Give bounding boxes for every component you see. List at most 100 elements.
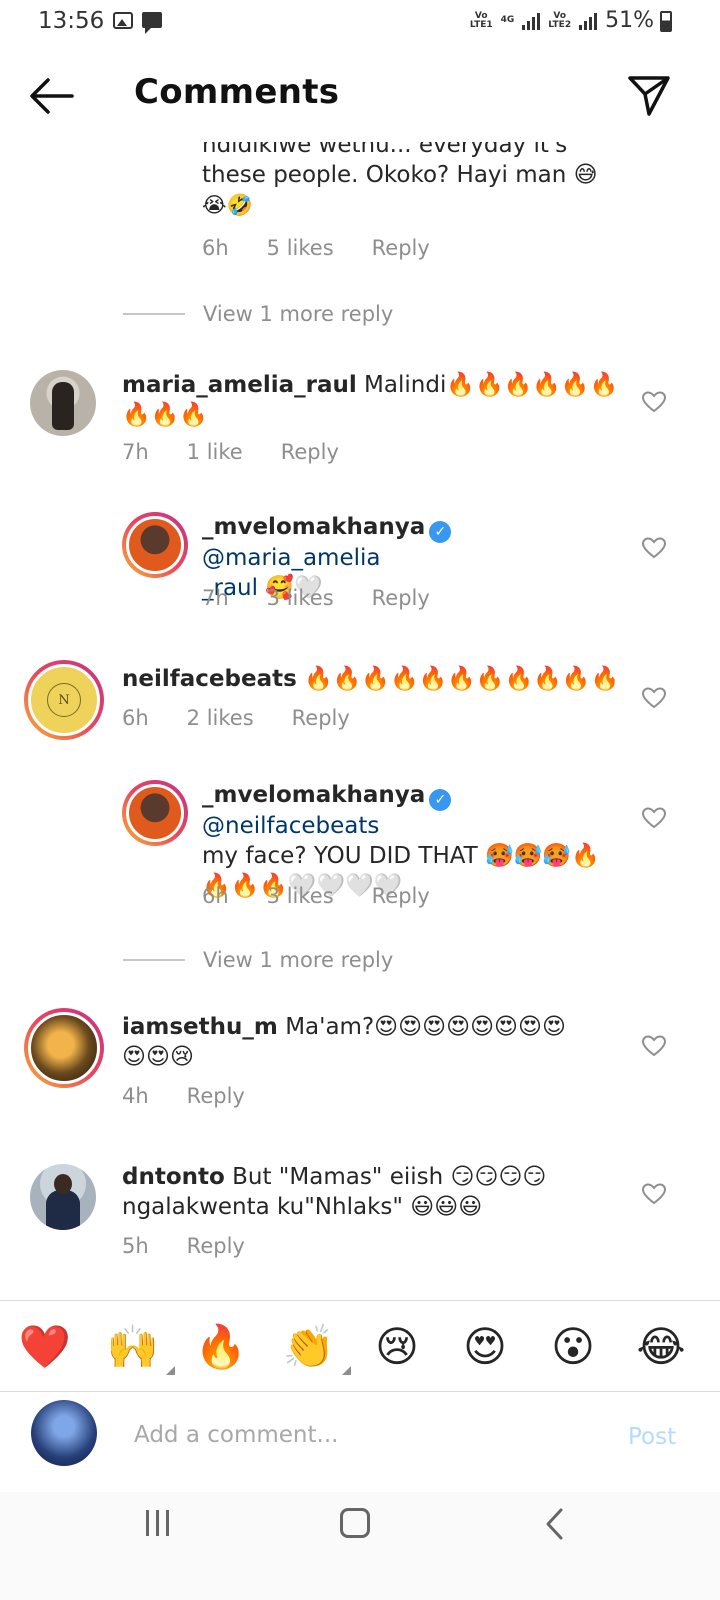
view-more-replies[interactable]: View 1 more reply	[123, 302, 393, 326]
username[interactable]: maria_amelia_raul	[122, 372, 357, 398]
battery-percent: 51%	[605, 8, 654, 33]
battery-icon	[660, 11, 672, 32]
comment-meta: 4h Reply	[122, 1084, 245, 1108]
send-icon	[628, 76, 670, 116]
reply-button[interactable]: Reply	[281, 440, 339, 464]
heart-icon[interactable]	[641, 1182, 667, 1206]
avatar[interactable]	[122, 512, 188, 578]
heart-icon[interactable]	[641, 536, 667, 560]
share-button[interactable]	[626, 72, 672, 118]
username[interactable]: _mvelomakhanya	[202, 514, 425, 540]
avatar[interactable]	[30, 1164, 96, 1230]
clap-icon: 👏	[282, 1322, 336, 1371]
comment-meta: 7h 1 like Reply	[122, 440, 339, 464]
partial-reply-text: ndidikiwe wethu... everyday it's these p…	[202, 142, 622, 220]
avatar[interactable]: N	[24, 660, 104, 740]
reaction-clap[interactable]: 👏	[281, 1319, 351, 1375]
skin-tone-indicator	[342, 1366, 351, 1375]
comment-time: 6h	[202, 236, 229, 260]
status-bar: 13:56 Vo LTE1 4G Vo LTE2 51%	[0, 0, 720, 46]
likes-count[interactable]: 3 likes	[267, 884, 334, 908]
back-button[interactable]	[26, 74, 76, 118]
message-icon	[142, 12, 162, 34]
reaction-crying[interactable]: 😢	[369, 1319, 425, 1375]
comment-meta: 7h 3 likes Reply	[202, 586, 430, 610]
comment-composer: Post	[0, 1392, 720, 1492]
recent-apps-button[interactable]	[146, 1510, 176, 1540]
reply-button[interactable]: Reply	[372, 236, 430, 260]
comment-text: maria_amelia_raul Malindi🔥🔥🔥🔥🔥🔥 🔥🔥🔥	[122, 370, 622, 430]
reaction-laughing[interactable]: 😂	[633, 1319, 689, 1375]
comment-time: 7h	[202, 586, 229, 610]
heart-icon[interactable]	[641, 1034, 667, 1058]
reaction-raised-hands[interactable]: 🙌	[105, 1319, 175, 1375]
reaction-heart[interactable]: ❤️	[17, 1319, 73, 1375]
likes-count[interactable]: 2 likes	[187, 706, 254, 730]
heart-icon[interactable]	[641, 390, 667, 414]
username[interactable]: dntonto	[122, 1164, 225, 1190]
system-back-button[interactable]	[540, 1506, 570, 1542]
view-more-label: View 1 more reply	[203, 302, 394, 326]
comment-meta: 5h Reply	[122, 1234, 245, 1258]
comment-time: 7h	[122, 440, 149, 464]
comment-body: Ma'am?😍😍😍😍😍😍😍😍	[285, 1014, 566, 1040]
likes-count[interactable]: 5 likes	[267, 236, 334, 260]
heart-icon[interactable]	[641, 806, 667, 830]
quick-reactions-bar: ❤️ 🙌 🔥 👏 😢 😍 😮 😂	[0, 1300, 720, 1392]
username[interactable]: iamsethu_m	[122, 1014, 278, 1040]
raised-hands-icon: 🙌	[106, 1322, 160, 1371]
view-more-replies[interactable]: View 1 more reply	[123, 948, 393, 972]
likes-count[interactable]: 1 like	[187, 440, 243, 464]
reaction-surprised[interactable]: 😮	[545, 1319, 601, 1375]
gallery-icon	[113, 12, 133, 29]
avatar-logo: N	[47, 683, 81, 717]
system-nav-bar	[0, 1492, 720, 1600]
comment-text: _mvelomakhanya ✓ @neilfacebeats my face? Y…	[202, 780, 622, 901]
comment-input[interactable]	[120, 1406, 600, 1464]
comment-time: 6h	[202, 884, 229, 908]
comment-meta: 6h 2 likes Reply	[122, 706, 350, 730]
comment-body-2: 🔥🔥🔥	[122, 402, 208, 428]
reply-button[interactable]: Reply	[372, 586, 430, 610]
header: Comments	[0, 50, 720, 142]
divider-line	[123, 313, 185, 315]
username[interactable]: _mvelomakhanya	[202, 782, 425, 808]
comment-body: Malindi🔥🔥🔥🔥🔥🔥	[364, 372, 619, 398]
verified-badge-icon: ✓	[429, 521, 452, 543]
view-more-label: View 1 more reply	[203, 948, 394, 972]
partial-line-3: 😭🤣	[202, 193, 253, 217]
partial-line-1: ndidikiwe wethu... everyday it's	[202, 142, 568, 158]
divider-line	[123, 959, 185, 961]
home-button[interactable]	[340, 1508, 370, 1538]
reaction-fire[interactable]: 🔥	[193, 1319, 249, 1375]
comment-body-2: 😍😍😢	[122, 1044, 194, 1070]
comment-time: 4h	[122, 1084, 149, 1108]
status-time: 13:56	[38, 8, 105, 34]
status-indicators: Vo LTE1 4G Vo LTE2 51%	[470, 8, 668, 33]
username[interactable]: neilfacebeats	[122, 666, 297, 692]
reply-button[interactable]: Reply	[372, 884, 430, 908]
verified-badge-icon: ✓	[429, 789, 452, 811]
post-button[interactable]: Post	[628, 1424, 676, 1450]
skin-tone-indicator	[166, 1366, 175, 1375]
avatar[interactable]	[122, 780, 188, 846]
volte1-label: Vo LTE1	[469, 10, 493, 30]
likes-count[interactable]: 3 likes	[267, 586, 334, 610]
avatar[interactable]	[24, 1008, 104, 1088]
reply-button[interactable]: Reply	[292, 706, 350, 730]
comment-text: iamsethu_m Ma'am?😍😍😍😍😍😍😍😍 😍😍😢	[122, 1012, 622, 1072]
current-user-avatar	[31, 1400, 97, 1466]
heart-icon[interactable]	[641, 686, 667, 710]
partial-line-2: these people. Okoko? Hayi man 😅	[202, 162, 598, 188]
avatar[interactable]	[30, 370, 96, 436]
volte2-label: Vo LTE2	[548, 10, 572, 30]
reply-button[interactable]: Reply	[187, 1084, 245, 1108]
comment-body: But "Mamas" eiish 😏😏😏😏	[232, 1164, 547, 1190]
chevron-left-icon	[546, 1508, 563, 1540]
comment-body: my face? YOU DID THAT 🥵🥵🥵🔥	[202, 843, 600, 869]
reply-button[interactable]: Reply	[187, 1234, 245, 1258]
comments-list[interactable]: ndidikiwe wethu... everyday it's these p…	[0, 142, 720, 1322]
mention-link[interactable]: @maria_amelia	[202, 545, 380, 571]
mention-link[interactable]: @neilfacebeats	[202, 813, 379, 839]
reaction-heart-eyes[interactable]: 😍	[457, 1319, 513, 1375]
